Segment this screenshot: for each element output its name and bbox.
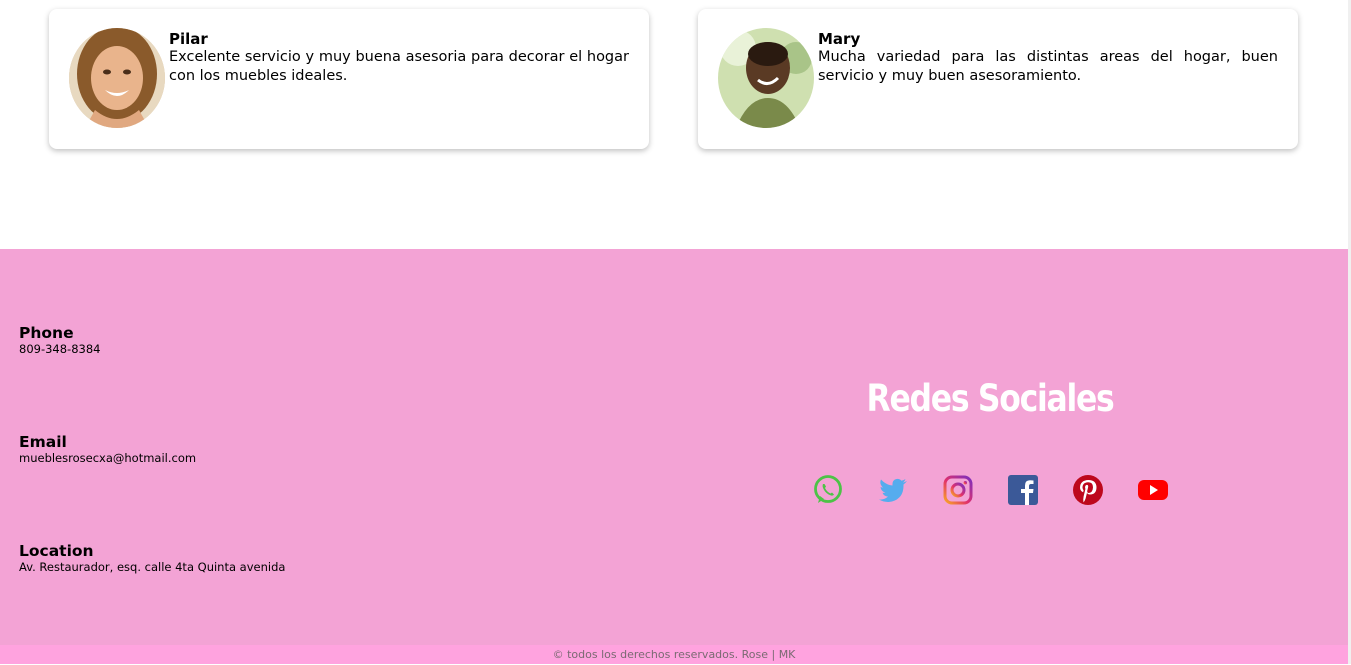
social-title: Redes Sociales xyxy=(866,377,1115,420)
contact-title: Email xyxy=(19,433,67,451)
instagram-icon[interactable] xyxy=(942,474,974,506)
contact-phone: Phone 809-348-8384 xyxy=(19,324,100,357)
testimonial-card: Pilar Excelente servicio y muy buena ase… xyxy=(49,9,649,149)
avatar xyxy=(718,28,814,128)
contact-value: mueblesrosecxa@hotmail.com xyxy=(19,451,197,465)
contact-title: Phone xyxy=(19,324,74,342)
pinterest-icon[interactable] xyxy=(1072,474,1104,506)
contact-email: Email mueblesrosecxa@hotmail.com xyxy=(19,433,196,466)
testimonials-section: Pilar Excelente servicio y muy buena ase… xyxy=(0,0,1351,249)
avatar xyxy=(69,28,165,128)
testimonial-name: Mary xyxy=(818,30,861,48)
testimonial-quote: Mucha variedad para las distintas areas … xyxy=(818,49,1278,84)
testimonial-card: Mary Mucha variedad para las distintas a… xyxy=(698,9,1298,149)
testimonial-text: Pilar Excelente servicio y muy buena ase… xyxy=(169,30,629,86)
testimonial-text: Mary Mucha variedad para las distintas a… xyxy=(818,30,1278,86)
contact-location: Location Av. Restaurador, esq. calle 4ta… xyxy=(19,542,285,575)
facebook-icon[interactable] xyxy=(1007,474,1039,506)
copyright-bar: © todos los derechos reservados. Rose | … xyxy=(0,645,1348,664)
footer: Phone 809-348-8384 Email mueblesrosecxa@… xyxy=(0,249,1348,664)
twitter-icon[interactable] xyxy=(877,474,909,506)
contact-value: Av. Restaurador, esq. calle 4ta Quinta a… xyxy=(19,560,286,574)
testimonial-name: Pilar xyxy=(169,30,208,48)
whatsapp-icon[interactable] xyxy=(812,474,844,506)
testimonial-quote: Excelente servicio y muy buena asesoria … xyxy=(169,49,629,84)
contact-value: 809-348-8384 xyxy=(19,342,101,356)
youtube-icon[interactable] xyxy=(1137,474,1169,506)
contact-title: Location xyxy=(19,542,94,560)
